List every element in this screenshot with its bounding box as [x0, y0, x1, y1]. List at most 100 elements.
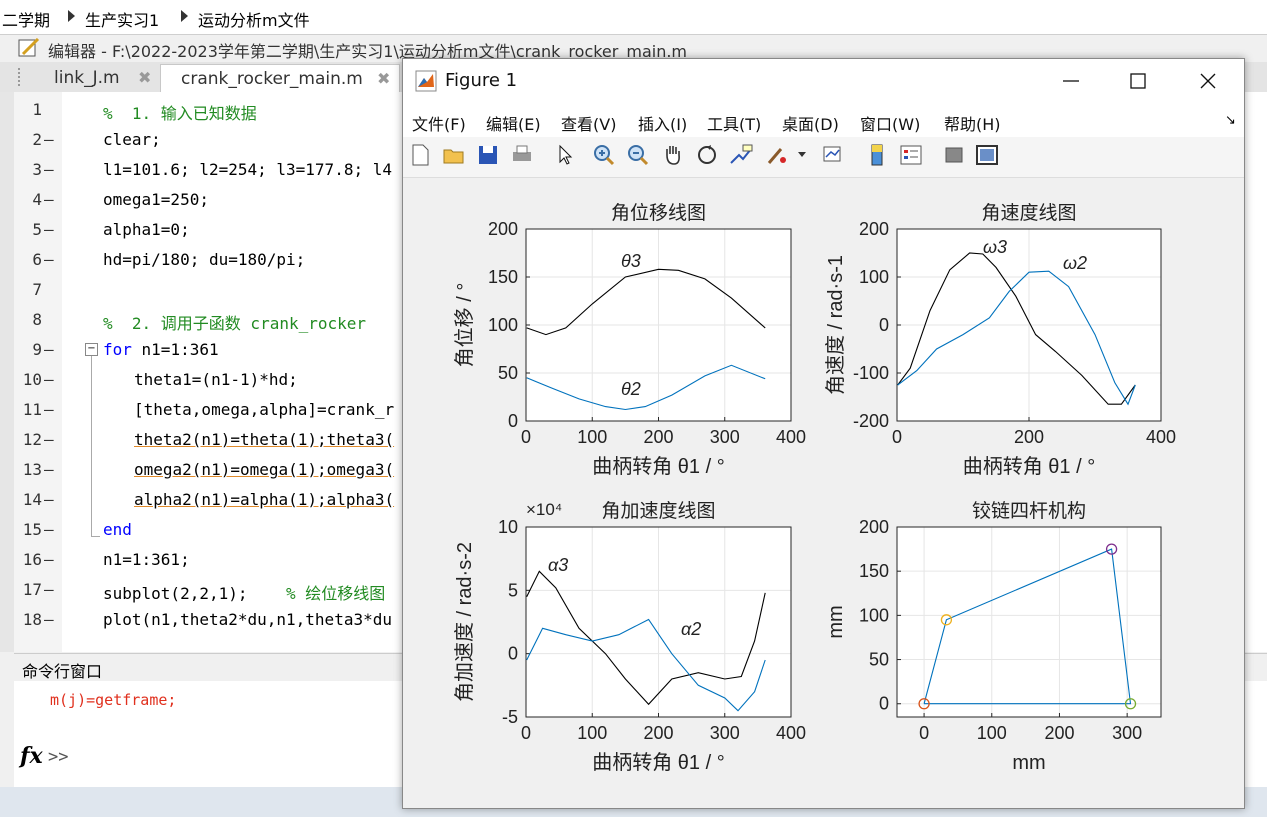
hide-plot-tools-icon[interactable]	[942, 143, 966, 167]
data-cursor-icon[interactable]	[729, 143, 753, 167]
editor-icon	[18, 38, 40, 57]
code-line[interactable]: omega1=250;	[103, 190, 209, 209]
code-line[interactable]: % 1. 输入已知数据	[103, 100, 257, 124]
menu-file[interactable]: 文件(F)	[412, 111, 466, 135]
code-line[interactable]: alpha1=0;	[103, 220, 190, 239]
pan-hand-icon[interactable]	[661, 143, 685, 167]
code-line[interactable]: n1=1:361;	[103, 550, 190, 569]
menu-window[interactable]: 窗口(W)	[860, 111, 920, 135]
breadcrumb-separator-icon[interactable]	[68, 10, 75, 22]
tab-label: link_J.m	[54, 68, 120, 88]
y-tick-label: 50	[498, 363, 518, 383]
tab-link-j[interactable]: link_J.m ✖	[34, 64, 164, 92]
menu-insert[interactable]: 插入(I)	[638, 111, 687, 135]
y-tick-label: 150	[859, 561, 889, 581]
menu-tools[interactable]: 工具(T)	[707, 111, 761, 135]
y-tick-label: 100	[859, 605, 889, 625]
print-icon[interactable]	[510, 143, 534, 167]
breakpoint-marker[interactable]: —	[44, 370, 54, 389]
figure-canvas[interactable]: 0 100 200 300 400050100150200角位移线图曲柄转角 θ1 / …	[403, 177, 1244, 807]
breakpoint-marker[interactable]: —	[44, 520, 54, 539]
breakpoint-marker[interactable]: —	[44, 340, 54, 359]
brush-icon[interactable]	[765, 143, 789, 167]
breakpoint-marker[interactable]: —	[44, 610, 54, 629]
line-number: 18	[22, 610, 42, 629]
link-plot-icon[interactable]	[821, 143, 845, 167]
y-tick-label: -200	[853, 411, 889, 431]
line-number: 11	[22, 400, 42, 419]
breakpoint-marker[interactable]: —	[44, 430, 54, 449]
breadcrumb-item[interactable]: 运动分析m文件	[198, 7, 310, 31]
code-line[interactable]: % 2. 调用子函数 crank_rocker	[103, 310, 366, 334]
menu-edit[interactable]: 编辑(E)	[486, 111, 541, 135]
show-plot-tools-icon[interactable]	[975, 143, 999, 167]
zoom-out-icon[interactable]	[626, 143, 650, 167]
x-tick-label: 300	[1112, 723, 1142, 743]
code-line[interactable]: omega2(n1)=omega(1);omega3(	[134, 460, 394, 479]
fold-toggle-icon[interactable]: −	[85, 343, 98, 356]
fold-guide	[91, 356, 100, 537]
command-window-title: 命令行窗口	[22, 662, 103, 681]
breadcrumb-separator-icon[interactable]	[181, 10, 188, 22]
x-tick-label: 0	[919, 723, 929, 743]
breakpoint-marker[interactable]: —	[44, 490, 54, 509]
code-line[interactable]: clear;	[103, 130, 161, 149]
breadcrumb-item[interactable]: 生产实习1	[85, 7, 159, 31]
close-icon[interactable]: ✖	[138, 64, 151, 92]
breakpoint-marker[interactable]: —	[44, 190, 54, 209]
breakpoint-marker[interactable]: —	[44, 220, 54, 239]
code-line[interactable]: theta2(n1)=theta(1);theta3(	[134, 430, 394, 449]
code-line[interactable]: end	[103, 520, 132, 539]
code-line[interactable]: [theta,omega,alpha]=crank_r	[134, 400, 394, 419]
breakpoint-marker[interactable]: —	[44, 580, 54, 599]
menu-view[interactable]: 查看(V)	[561, 111, 616, 135]
menu-desktop[interactable]: 桌面(D)	[782, 111, 839, 135]
breakpoint-marker[interactable]: —	[44, 550, 54, 569]
breakpoint-marker[interactable]: —	[44, 160, 54, 179]
line-number: 1	[32, 100, 42, 119]
maximize-icon[interactable]	[1129, 72, 1147, 90]
breadcrumb-item[interactable]: 二学期	[2, 7, 50, 31]
breakpoint-marker[interactable]: —	[44, 130, 54, 149]
new-file-icon[interactable]	[408, 143, 432, 167]
line-number: 5	[32, 220, 42, 239]
legend-icon[interactable]	[899, 143, 923, 167]
breakpoint-marker[interactable]: —	[44, 460, 54, 479]
x-tick-label: 0	[521, 427, 531, 447]
figure-toolbar	[403, 137, 1244, 178]
breakpoint-marker[interactable]: —	[44, 400, 54, 419]
pointer-icon[interactable]	[554, 143, 578, 167]
dock-arrow-icon[interactable]: ↘	[1225, 113, 1236, 128]
rotate-icon[interactable]	[695, 143, 719, 167]
series-label: ω3	[983, 237, 1007, 257]
code-line[interactable]: subplot(2,2,1); % 绘位移线图	[103, 580, 385, 604]
y-axis-label: 角加速度 / rad·s-2	[453, 542, 476, 702]
figure-title: Figure 1	[445, 70, 518, 91]
breakpoint-marker[interactable]: —	[44, 250, 54, 269]
chart-title: 铰链四杆机构	[972, 500, 1086, 522]
y-tick-label: 200	[488, 219, 518, 239]
code-line[interactable]: theta1=(n1-1)*hd;	[134, 370, 298, 389]
open-folder-icon[interactable]	[442, 143, 466, 167]
colorbar-icon[interactable]	[865, 143, 889, 167]
code-line[interactable]: for n1=1:361	[103, 340, 219, 359]
minimize-icon[interactable]	[1061, 73, 1081, 89]
y-tick-label: 0	[508, 644, 518, 664]
tab-crank-rocker-main[interactable]: crank_rocker_main.m ✖	[160, 64, 400, 92]
y-tick-label: -100	[853, 363, 889, 383]
zoom-in-icon[interactable]	[592, 143, 616, 167]
x-axis-label: 曲柄转角 θ1 / °	[592, 751, 724, 774]
close-icon[interactable]	[1199, 72, 1217, 90]
save-icon[interactable]	[476, 143, 500, 167]
brush-dropdown-icon[interactable]	[797, 151, 807, 159]
code-line[interactable]: l1=101.6; l2=254; l3=177.8; l4	[103, 160, 392, 179]
code-line[interactable]: alpha2(n1)=alpha(1);alpha3(	[134, 490, 394, 509]
y-axis-label: 角速度 / rad·s-1	[824, 255, 847, 395]
menu-help[interactable]: 帮助(H)	[944, 111, 1001, 135]
x-tick-label: 100	[977, 723, 1007, 743]
close-icon[interactable]: ✖	[377, 65, 390, 93]
y-tick-label: 0	[879, 694, 889, 714]
code-line[interactable]: hd=pi/180; du=180/pi;	[103, 250, 305, 269]
fx-icon[interactable]: fx	[20, 743, 43, 769]
code-line[interactable]: plot(n1,theta2*du,n1,theta3*du	[103, 610, 392, 629]
